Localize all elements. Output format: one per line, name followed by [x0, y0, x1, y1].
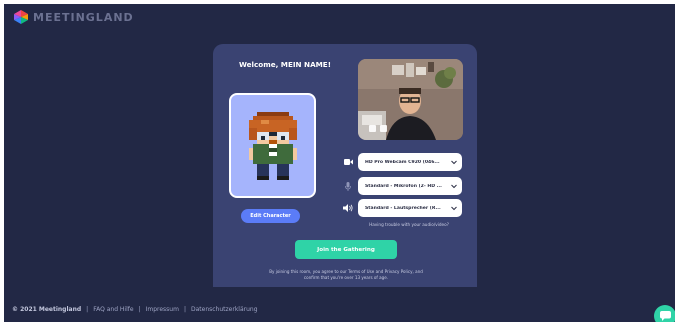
speaker-select[interactable]: Standard - Lautsprecher (R...: [358, 199, 462, 217]
footer-separator: |: [86, 306, 89, 313]
footer-separator: |: [138, 306, 141, 313]
microphone-select-row: Standard - Mikrofon (2- HD ...: [341, 177, 462, 195]
meetingland-logo-icon: [14, 10, 28, 24]
footer-link-privacy[interactable]: Datenschutzerklärung: [191, 306, 258, 313]
join-card: Welcome, MEIN NAME! Edit Character HD Pr…: [213, 44, 477, 287]
brand-name: MEETINGLAND: [33, 10, 134, 24]
character-sprite-icon: [249, 112, 297, 180]
speaker-select-row: Standard - Lautsprecher (R...: [341, 199, 462, 217]
join-gathering-button[interactable]: Join the Gathering: [295, 240, 397, 259]
terms-notice: By joining this room, you agree to our T…: [269, 269, 423, 280]
camera-preview: [358, 59, 463, 140]
microphone-icon: [341, 180, 355, 192]
footer-link-impressum[interactable]: Impressum: [146, 306, 179, 313]
footer-link-faq[interactable]: FAQ and Hilfe: [93, 306, 133, 313]
camera-feed-image: [358, 59, 463, 140]
av-trouble-link[interactable]: Having trouble with your audio/video?: [355, 222, 463, 227]
chat-bubble-icon: [659, 311, 671, 321]
app-root: MEETINGLAND Welcome, MEIN NAME! Edit Cha…: [4, 4, 675, 322]
footer-separator: |: [183, 306, 186, 313]
chat-button[interactable]: [654, 305, 675, 322]
footer: © 2021 Meetingland | FAQ and Hilfe | Imp…: [12, 306, 258, 313]
avatar-preview: [229, 93, 316, 198]
camera-select[interactable]: HD Pro Webcam C920 (046...: [358, 153, 462, 171]
welcome-heading: Welcome, MEIN NAME!: [239, 60, 331, 69]
speaker-icon: [341, 202, 355, 214]
footer-copyright: © 2021 Meetingland: [12, 306, 82, 313]
chevron-down-icon: [451, 206, 457, 211]
video-camera-icon: [341, 156, 355, 168]
microphone-select[interactable]: Standard - Mikrofon (2- HD ...: [358, 177, 462, 195]
brand-logo[interactable]: MEETINGLAND: [14, 10, 134, 24]
edit-character-button[interactable]: Edit Character: [241, 209, 300, 223]
chevron-down-icon: [451, 160, 457, 165]
chevron-down-icon: [451, 184, 457, 189]
camera-select-row: HD Pro Webcam C920 (046...: [341, 153, 462, 171]
